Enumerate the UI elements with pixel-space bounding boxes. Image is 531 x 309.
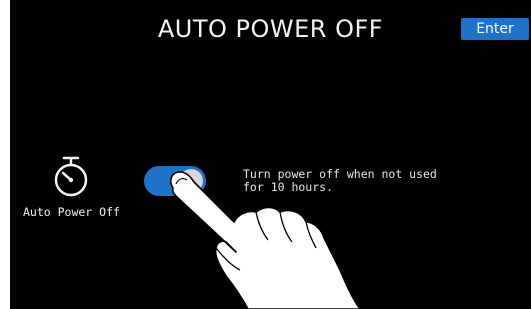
stopwatch-icon (51, 156, 91, 200)
description-line-2: for 10 hours. (243, 180, 334, 194)
hand-pointer-icon (170, 171, 361, 309)
device-screen: AUTO POWER OFF Enter Auto Power Off Turn… (10, 0, 531, 309)
toggle-knob[interactable] (179, 169, 203, 193)
auto-power-off-toggle[interactable] (144, 166, 206, 196)
page-title: AUTO POWER OFF (157, 15, 384, 43)
description-line-1: Turn power off when not used (243, 167, 437, 181)
enter-button[interactable]: Enter (461, 18, 529, 40)
setting-label: Auto Power Off (23, 205, 120, 219)
setting-description: Turn power off when not used for 10 hour… (243, 168, 483, 194)
